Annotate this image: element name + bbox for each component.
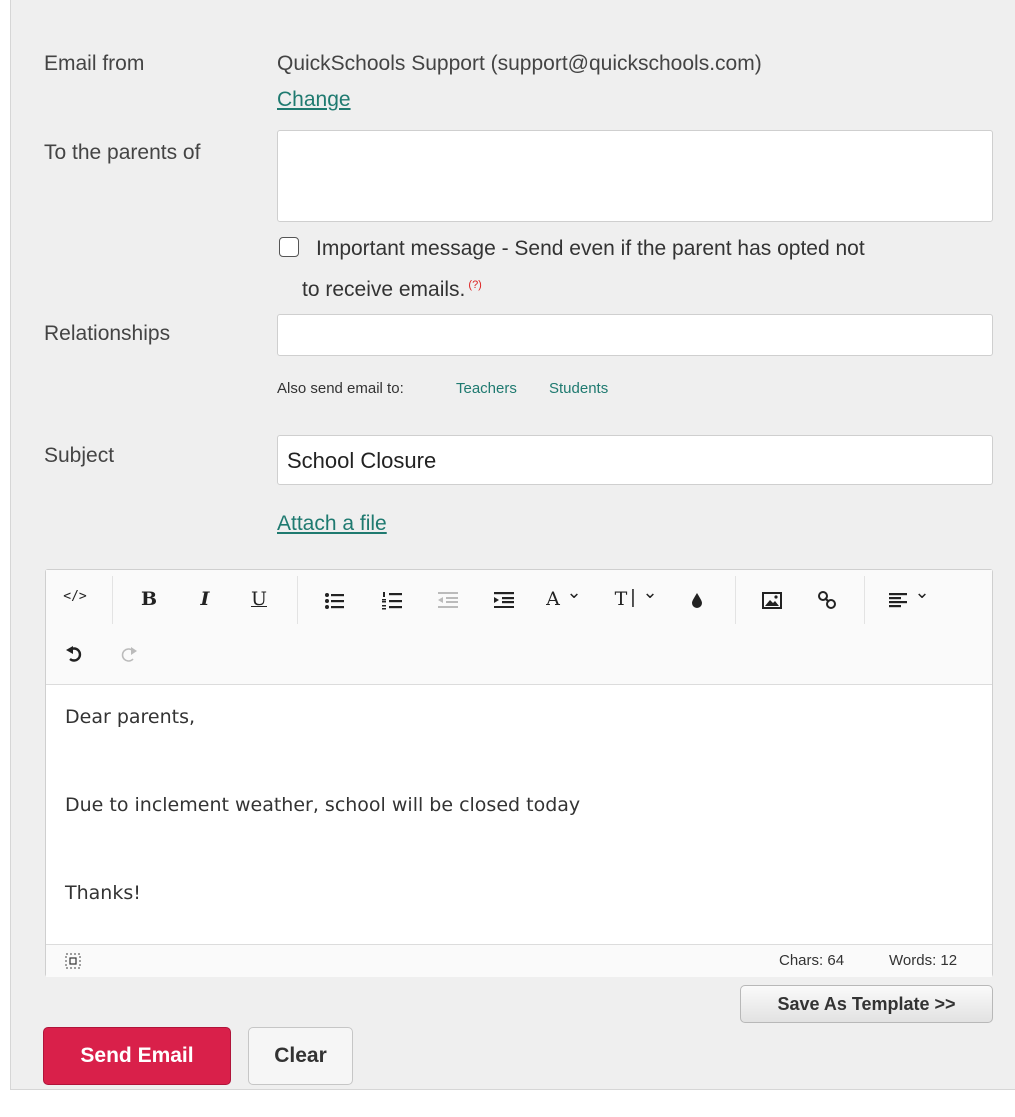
relationships-label: Relationships — [44, 322, 171, 345]
toolbar-divider — [735, 576, 736, 624]
important-message-line2: to receive emails. — [302, 278, 466, 301]
code-view-icon[interactable]: </> — [60, 589, 90, 604]
font-color-button[interactable]: A — [542, 588, 564, 610]
change-sender-link[interactable]: Change — [277, 88, 351, 112]
rich-text-editor: </> B I U A ⌄ T | ⌄ ⌄ Dear parents, Due … — [45, 569, 993, 977]
send-email-button[interactable]: Send Email — [43, 1027, 231, 1085]
subject-label: Subject — [44, 444, 115, 467]
undo-icon[interactable] — [66, 646, 84, 662]
editor-content-area[interactable]: Dear parents, Due to inclement weather, … — [46, 684, 992, 944]
important-message-text-2: to receive emails. (?) — [302, 268, 482, 307]
droplet-icon[interactable] — [691, 592, 703, 608]
bold-button[interactable]: B — [136, 588, 162, 610]
numbered-list-icon[interactable] — [382, 591, 402, 610]
content-line-body: Due to inclement weather, school will be… — [65, 794, 581, 816]
underline-button[interactable]: U — [246, 588, 272, 610]
important-message-text: Important message - Send even if the par… — [316, 232, 865, 266]
toolbar-divider — [297, 576, 298, 624]
italic-button[interactable]: I — [192, 588, 218, 610]
subject-input[interactable]: School Closure — [277, 435, 993, 485]
to-parents-input[interactable] — [277, 130, 993, 222]
char-count: Chars: 64 — [779, 952, 845, 969]
resize-handle-icon[interactable] — [65, 953, 81, 969]
chevron-down-icon[interactable]: ⌄ — [914, 582, 930, 603]
editor-status-bar: Chars: 64 Words: 12 — [46, 944, 992, 977]
also-send-label: Also send email to: — [277, 380, 404, 397]
content-line-greeting: Dear parents, — [65, 706, 196, 728]
save-as-template-button[interactable]: Save As Template >> — [740, 985, 993, 1023]
outdent-icon[interactable] — [438, 592, 458, 608]
attach-file-link[interactable]: Attach a file — [277, 512, 387, 536]
indent-icon[interactable] — [494, 592, 514, 608]
cursor-bar-icon: | — [630, 587, 636, 608]
email-from-value: QuickSchools Support (support@quickschoo… — [277, 52, 762, 75]
important-message-checkbox[interactable] — [279, 237, 299, 257]
editor-toolbar: </> B I U A ⌄ T | ⌄ ⌄ — [46, 570, 992, 685]
relationships-input[interactable] — [277, 314, 993, 356]
link-icon[interactable] — [817, 590, 837, 610]
also-send-teachers-link[interactable]: Teachers — [456, 380, 517, 397]
toolbar-divider — [112, 576, 113, 624]
email-from-label: Email from — [44, 52, 145, 75]
content-line-closing: Thanks! — [65, 882, 141, 904]
toolbar-divider — [864, 576, 865, 624]
image-icon[interactable] — [762, 592, 782, 609]
align-left-icon[interactable] — [889, 593, 907, 608]
important-message-line1: Important message - Send even if the par… — [316, 237, 865, 260]
chevron-down-icon[interactable]: ⌄ — [642, 582, 658, 603]
redo-icon[interactable] — [121, 647, 137, 662]
bullet-list-icon[interactable] — [324, 592, 344, 610]
help-icon[interactable]: (?) — [468, 279, 481, 291]
font-size-button[interactable]: T — [612, 588, 630, 610]
word-count: Words: 12 — [889, 952, 958, 969]
also-send-students-link[interactable]: Students — [549, 380, 608, 397]
clear-button[interactable]: Clear — [248, 1027, 353, 1085]
chevron-down-icon[interactable]: ⌄ — [566, 582, 582, 603]
to-parents-label: To the parents of — [44, 141, 201, 164]
